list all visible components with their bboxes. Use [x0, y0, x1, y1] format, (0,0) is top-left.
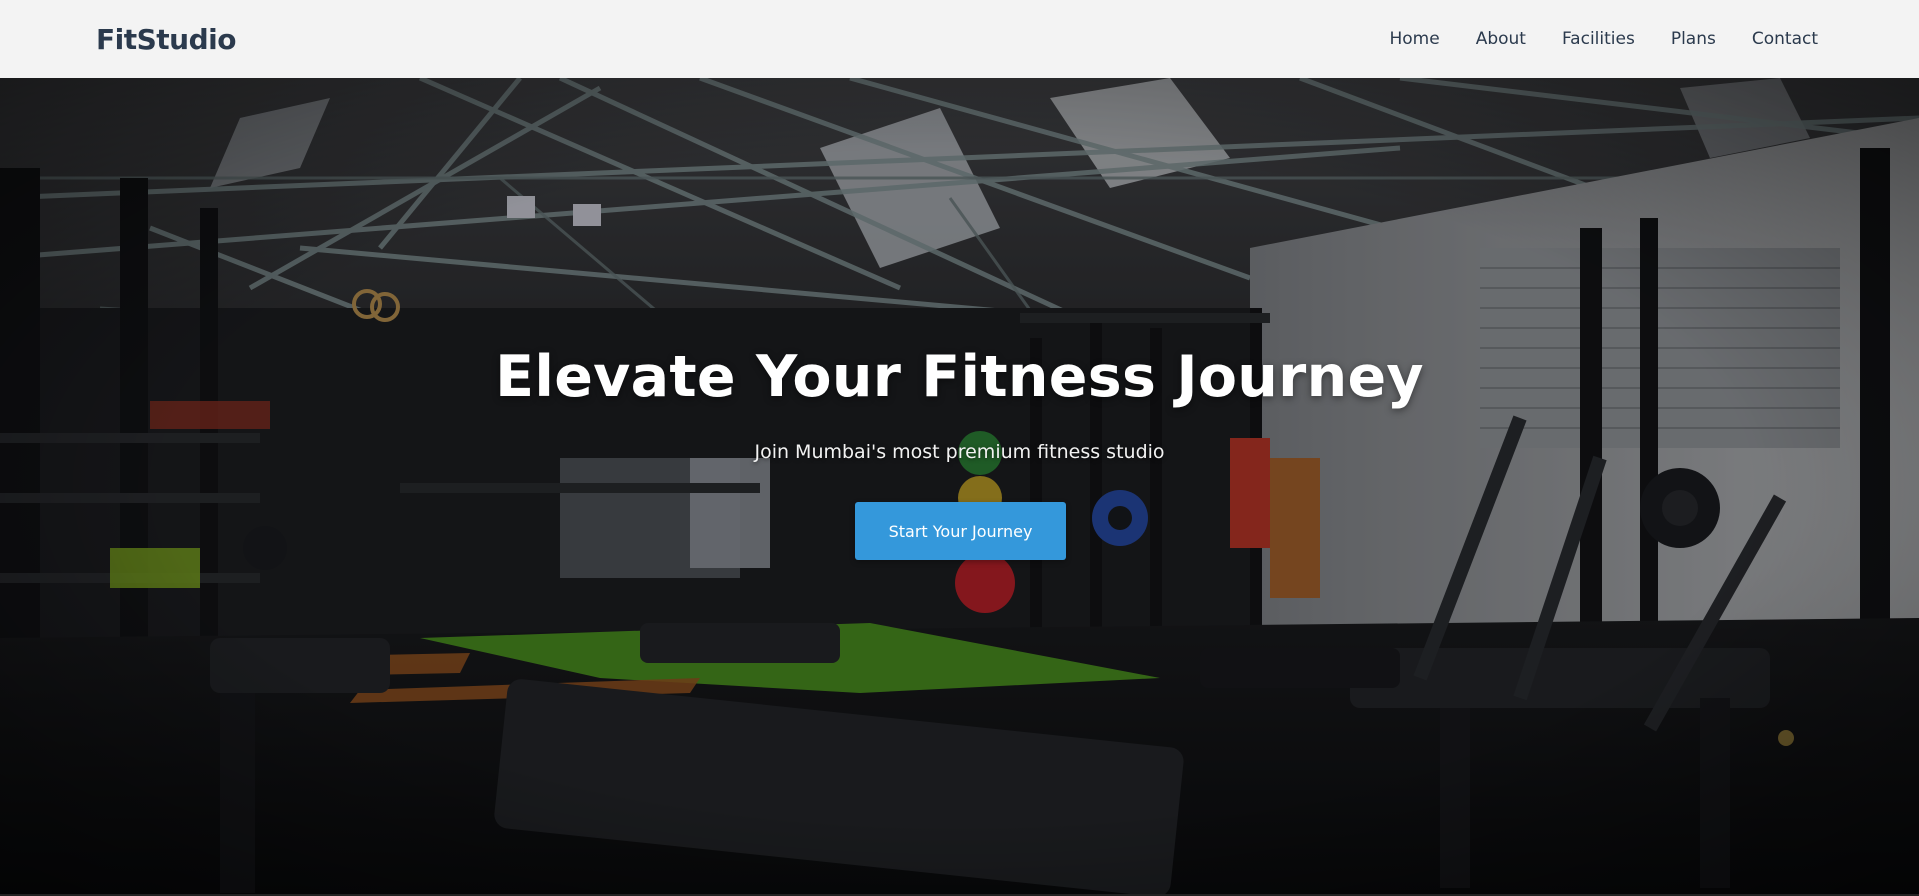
site-header: FitStudio Home About Facilities Plans Co…: [0, 0, 1919, 78]
hero-subtitle: Join Mumbai's most premium fitness studi…: [754, 441, 1165, 463]
hero-section: Elevate Your Fitness Journey Join Mumbai…: [0, 78, 1919, 894]
main-nav: Home About Facilities Plans Contact: [1390, 29, 1824, 49]
nav-contact-link[interactable]: Contact: [1752, 29, 1818, 49]
start-journey-button[interactable]: Start Your Journey: [855, 502, 1066, 560]
brand-logo[interactable]: FitStudio: [96, 23, 236, 56]
hero-content: Elevate Your Fitness Journey Join Mumbai…: [0, 78, 1919, 894]
nav-about-link[interactable]: About: [1476, 29, 1526, 49]
nav-plans-link[interactable]: Plans: [1671, 29, 1716, 49]
hero-title: Elevate Your Fitness Journey: [495, 344, 1424, 410]
nav-home-link[interactable]: Home: [1390, 29, 1440, 49]
nav-facilities-link[interactable]: Facilities: [1562, 29, 1635, 49]
